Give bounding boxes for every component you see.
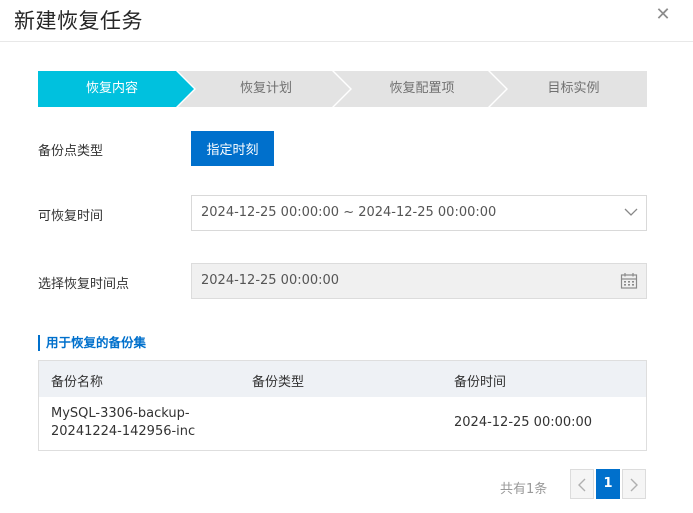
step-target-instance[interactable]: 目标实例 (490, 71, 647, 107)
backup-time-cell: 2024-12-25 00:00:00 (454, 415, 593, 430)
column-header-time: 备份时间 (454, 375, 507, 390)
step-wizard: 恢复内容 恢复计划 恢复配置项 目标实例 (38, 71, 647, 107)
step-restore-content[interactable]: 恢复内容 (38, 71, 194, 107)
restore-time-select[interactable]: 2024-12-25 00:00:00 ~ 2024-12-25 00:00:0… (191, 195, 647, 231)
restore-time-value: 2024-12-25 00:00:00 ~ 2024-12-25 00:00:0… (201, 205, 497, 220)
step-label: 目标实例 (547, 81, 600, 96)
specified-time-button[interactable]: 指定时刻 (191, 131, 274, 166)
step-restore-config[interactable]: 恢复配置项 (334, 71, 506, 107)
restore-task-dialog: 新建恢复任务 ✕ 恢复内容 恢复计划 恢复配置项 目标实例 备份点类型 指定时刻… (0, 0, 693, 513)
restore-point-label: 选择恢复时间点 (38, 277, 130, 292)
calendar-icon[interactable] (620, 272, 638, 290)
page-1-button[interactable]: 1 (596, 469, 620, 499)
dialog-title: 新建恢复任务 (14, 9, 143, 33)
backup-name-line1: MySQL-3306-backup- (51, 406, 190, 421)
table-header: 备份名称 备份类型 备份时间 (39, 361, 646, 397)
chevron-down-icon (624, 208, 638, 216)
chevron-right-icon (630, 478, 638, 492)
close-icon[interactable]: ✕ (654, 6, 672, 24)
column-header-type: 备份类型 (252, 375, 305, 390)
step-label: 恢复计划 (239, 81, 292, 96)
step-label: 恢复配置项 (389, 81, 455, 96)
backup-name-line2: 20241224-142956-inc (51, 424, 196, 439)
prev-page-button[interactable] (570, 469, 594, 499)
next-page-button[interactable] (622, 469, 646, 499)
step-restore-plan[interactable]: 恢复计划 (178, 71, 350, 107)
restore-point-value: 2024-12-25 00:00:00 (201, 273, 340, 288)
restore-point-picker[interactable]: 2024-12-25 00:00:00 (191, 263, 647, 299)
backup-set-section-title: 用于恢复的备份集 (38, 335, 146, 351)
column-header-name: 备份名称 (51, 375, 104, 390)
chevron-left-icon (578, 478, 586, 492)
backup-set-table: 备份名称 备份类型 备份时间 MySQL-3306-backup- 202412… (38, 360, 647, 451)
step-label: 恢复内容 (85, 81, 138, 96)
header-divider (0, 41, 693, 42)
pagination-total: 共有1条 (500, 482, 548, 497)
restore-time-label: 可恢复时间 (38, 209, 104, 224)
backup-type-label: 备份点类型 (38, 144, 104, 159)
